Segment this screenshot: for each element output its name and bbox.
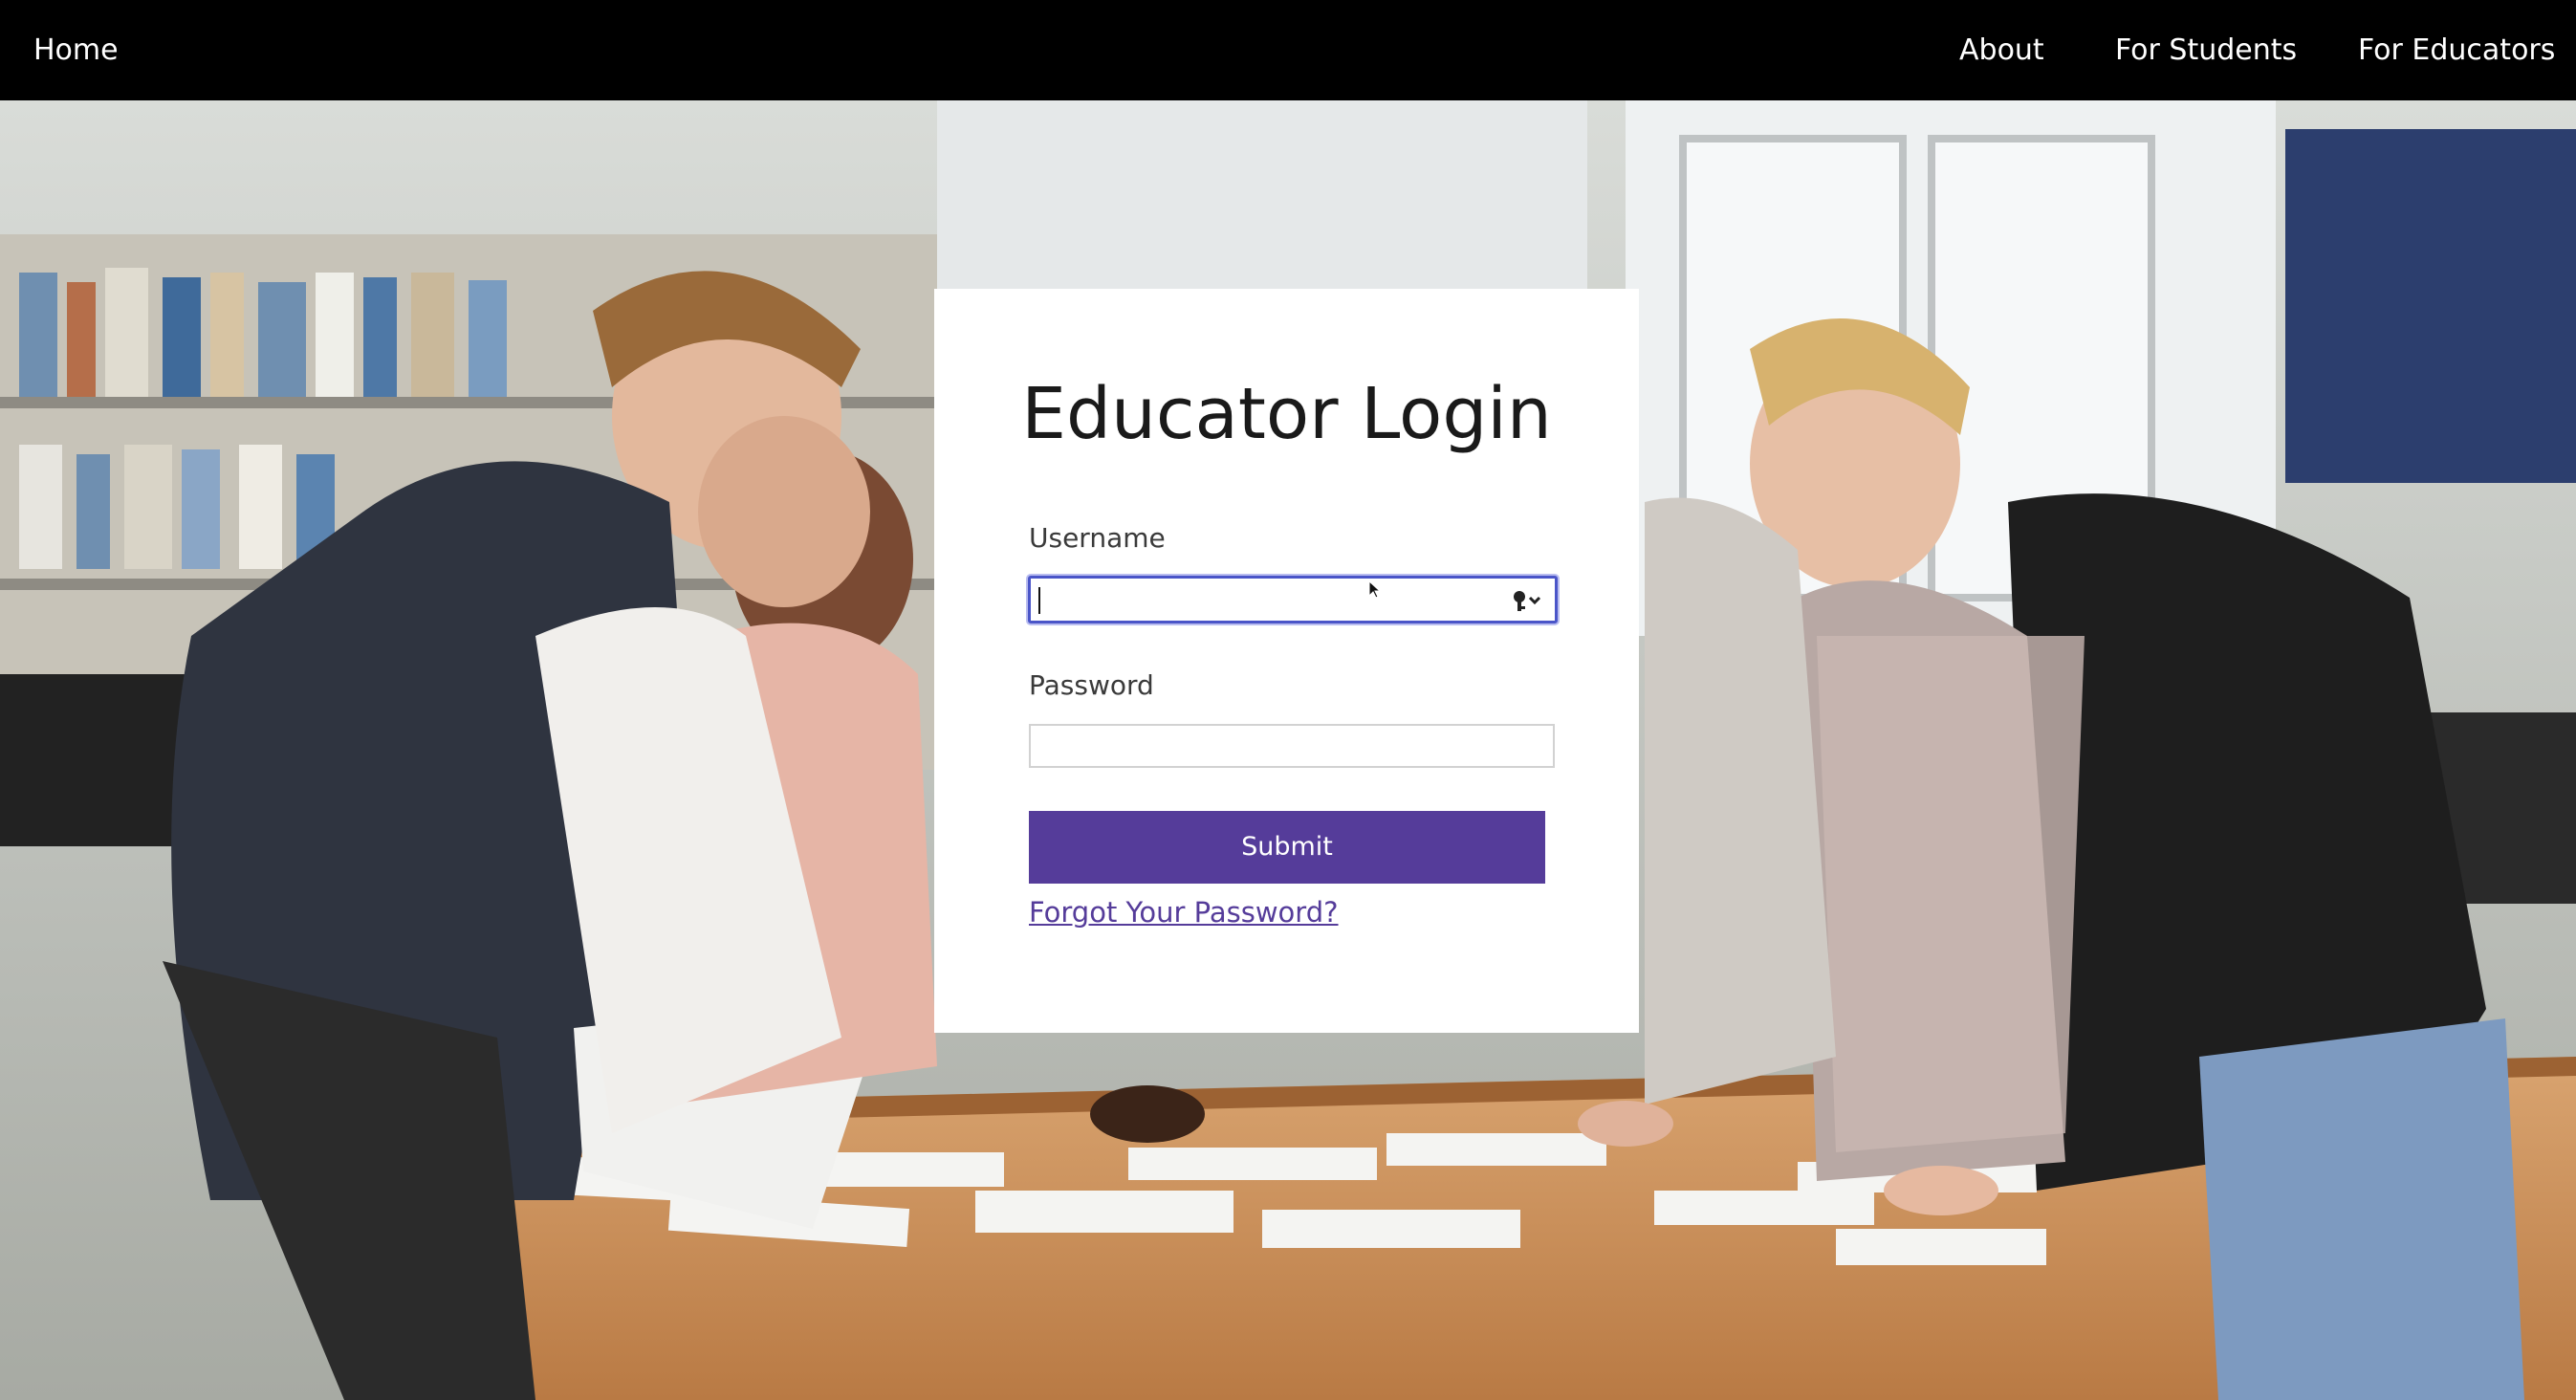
password-label: Password [1029, 669, 1154, 701]
login-title: Educator Login [1021, 373, 1552, 455]
submit-button[interactable]: Submit [1029, 811, 1545, 884]
nav-for-students-link[interactable]: For Students [2115, 0, 2297, 100]
text-caret [1038, 587, 1040, 614]
password-input[interactable] [1029, 724, 1555, 768]
username-label: Username [1029, 522, 1166, 554]
nav-home-link[interactable]: Home [33, 0, 119, 100]
password-manager-key-icon[interactable] [1509, 587, 1547, 614]
nav-for-educators-link[interactable]: For Educators [2358, 0, 2555, 100]
nav-about-link[interactable]: About [1959, 0, 2044, 100]
forgot-password-link[interactable]: Forgot Your Password? [1029, 896, 1339, 929]
top-navigation-bar: Home About For Students For Educators [0, 0, 2576, 100]
mouse-cursor-icon [1369, 581, 1381, 599]
educator-login-card: Educator Login Username Password Submit … [934, 289, 1639, 1033]
username-input[interactable] [1028, 576, 1558, 623]
